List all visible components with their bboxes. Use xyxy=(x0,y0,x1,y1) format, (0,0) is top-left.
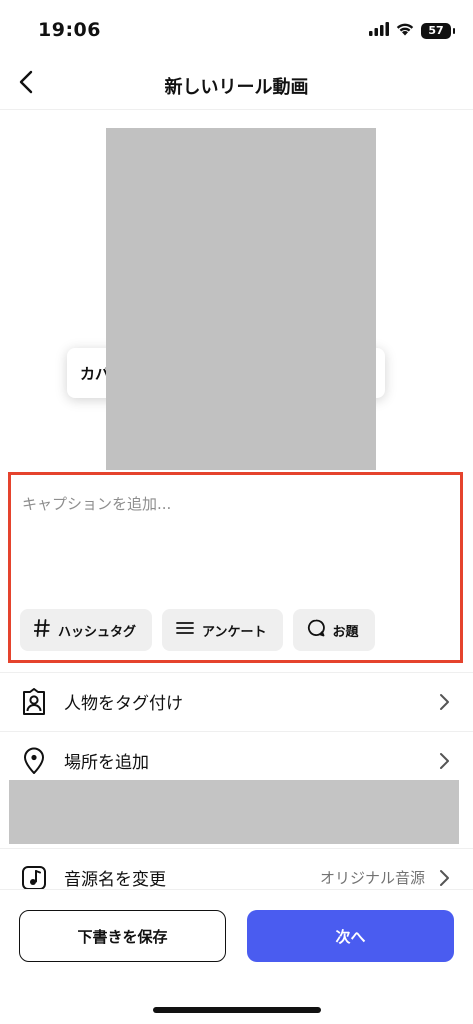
speech-bubble-icon xyxy=(307,619,325,641)
bottom-action-bar: 下書きを保存 次へ xyxy=(0,890,473,1024)
tag-people-row[interactable]: 人物をタグ付け xyxy=(0,672,473,730)
redacted-row xyxy=(9,780,459,844)
navigation-bar: 新しいリール動画 xyxy=(0,60,473,110)
status-bar: 19:06 57 xyxy=(0,0,473,60)
poll-chip[interactable]: アンケート xyxy=(162,609,283,651)
chevron-right-icon xyxy=(437,868,451,888)
signal-icon xyxy=(369,21,389,40)
home-indicator xyxy=(153,1007,321,1013)
reel-preview-area: カバ xyxy=(0,110,473,472)
add-location-label: 場所を追加 xyxy=(64,753,149,773)
tag-people-label: 人物をタグ付け xyxy=(64,694,183,714)
save-draft-button[interactable]: 下書きを保存 xyxy=(19,910,226,962)
hashtag-chip-label: ハッシュタグ xyxy=(58,624,137,640)
list-icon xyxy=(176,621,194,639)
caption-input[interactable] xyxy=(22,495,442,513)
status-icons: 57 xyxy=(369,21,455,40)
music-note-icon xyxy=(20,864,48,892)
caption-section: ハッシュタグ アンケート お題 xyxy=(8,472,463,663)
battery-level: 57 xyxy=(428,24,444,37)
person-tag-icon xyxy=(20,687,48,716)
location-pin-icon xyxy=(20,747,48,775)
poll-chip-label: アンケート xyxy=(202,624,267,640)
hashtag-chip[interactable]: ハッシュタグ xyxy=(20,609,153,651)
chevron-right-icon xyxy=(437,751,451,771)
caption-chip-row: ハッシュタグ アンケート お題 xyxy=(20,609,375,651)
chevron-right-icon xyxy=(437,692,451,712)
hashtag-icon xyxy=(33,619,50,641)
status-time: 19:06 xyxy=(38,19,101,41)
page-title: 新しいリール動画 xyxy=(164,77,309,98)
battery-icon: 57 xyxy=(421,22,455,39)
audio-name-value: オリジナル音源 xyxy=(319,869,425,887)
prompt-chip[interactable]: お題 xyxy=(292,609,375,651)
prompt-chip-label: お題 xyxy=(332,624,359,640)
video-preview-image[interactable] xyxy=(106,128,376,470)
wifi-icon xyxy=(395,21,415,40)
next-button[interactable]: 次へ xyxy=(247,910,454,962)
rename-audio-label: 音源名を変更 xyxy=(64,870,166,890)
